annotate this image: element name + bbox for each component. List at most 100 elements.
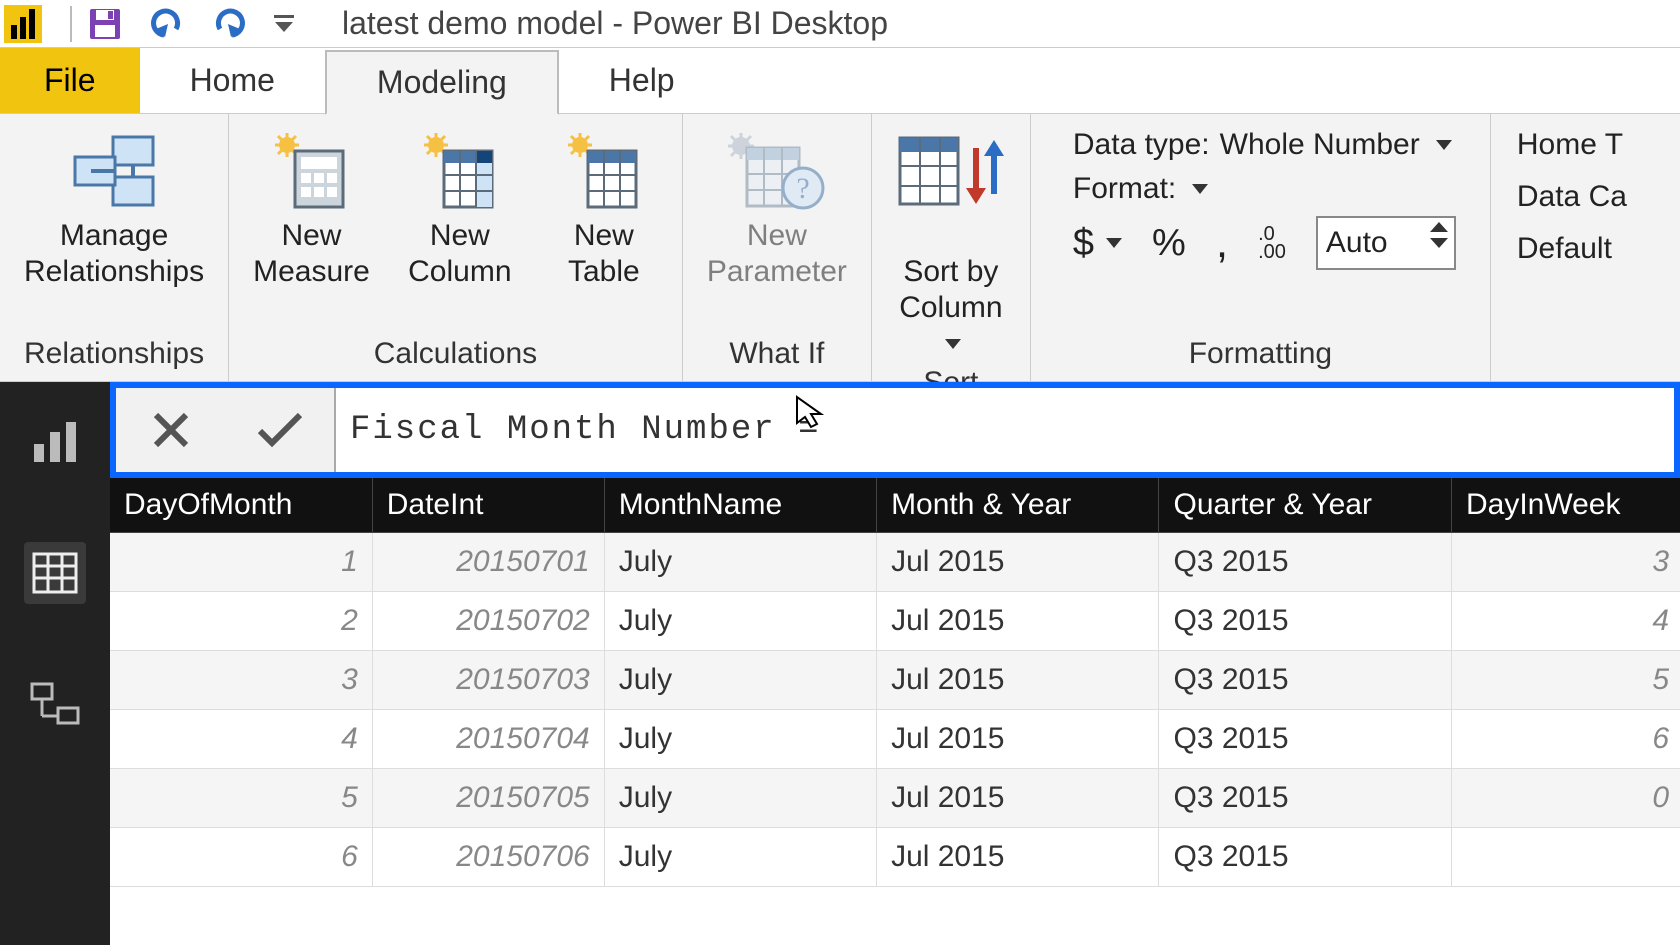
cell-monthyear: Jul 2015 (877, 533, 1159, 592)
relationships-icon (69, 128, 159, 218)
table-row[interactable]: 420150704JulyJul 2015Q3 20156 (110, 710, 1680, 769)
col-dayinweek[interactable]: DayInWeek (1451, 478, 1680, 533)
decimal-places-value: Auto (1326, 226, 1388, 260)
col-quarteryear[interactable]: Quarter & Year (1159, 478, 1452, 533)
col-dateint[interactable]: DateInt (372, 478, 604, 533)
thousands-button[interactable]: , (1216, 218, 1228, 268)
col-monthname[interactable]: MonthName (604, 478, 876, 533)
new-measure-button[interactable]: New Measure (247, 120, 376, 294)
manage-relationships-label: Manage Relationships (24, 218, 204, 290)
table-row[interactable]: 120150701JulyJul 2015Q3 20153 (110, 533, 1680, 592)
group-label-calculations: Calculations (374, 337, 537, 377)
data-table-wrap: DayOfMonth DateInt MonthName Month & Yea… (110, 478, 1680, 945)
default-summarization-dropdown[interactable]: Default (1517, 232, 1627, 266)
home-table-dropdown[interactable]: Home T (1517, 128, 1627, 162)
group-whatif: ? New Parameter What If (683, 114, 872, 381)
datatype-dropdown[interactable]: Data type: Whole Number (1073, 128, 1456, 162)
cell-dayinweek: 5 (1451, 651, 1680, 710)
formula-commit-button[interactable] (250, 400, 310, 460)
group-relationships: Manage Relationships Relationships (0, 114, 229, 381)
table-row[interactable]: 520150705JulyJul 2015Q3 20150 (110, 769, 1680, 828)
formula-input[interactable]: Fiscal Month Number = (336, 388, 1674, 472)
cell-monthname: July (604, 651, 876, 710)
tab-modeling[interactable]: Modeling (325, 50, 559, 115)
cell-dayinweek: 6 (1451, 710, 1680, 769)
model-view-button[interactable] (24, 674, 86, 736)
check-icon (256, 409, 304, 451)
data-table: DayOfMonth DateInt MonthName Month & Yea… (110, 478, 1680, 887)
cell-dateint: 20150703 (372, 651, 604, 710)
cell-dayinweek: 3 (1451, 533, 1680, 592)
chevron-down-icon (1192, 184, 1208, 194)
cell-quarteryear: Q3 2015 (1159, 592, 1452, 651)
cell-quarteryear: Q3 2015 (1159, 651, 1452, 710)
column-icon (420, 128, 500, 218)
new-measure-label: New Measure (253, 218, 370, 290)
table-row[interactable]: 620150706JulyJul 2015Q3 2015 (110, 828, 1680, 887)
group-properties: Home T Data Ca Default (1491, 114, 1643, 381)
table-header-row: DayOfMonth DateInt MonthName Month & Yea… (110, 478, 1680, 533)
cell-dateint: 20150702 (372, 592, 604, 651)
manage-relationships-button[interactable]: Manage Relationships (18, 120, 210, 294)
cell-monthname: July (604, 769, 876, 828)
sort-by-column-text: Sort by Column (899, 255, 1002, 324)
cell-dayinweek: 0 (1451, 769, 1680, 828)
decimal-places-stepper[interactable]: Auto (1316, 216, 1456, 270)
datatype-label: Data type: (1073, 128, 1210, 162)
new-table-button[interactable]: New Table (544, 120, 664, 294)
currency-button[interactable]: $ (1073, 222, 1122, 265)
percent-button[interactable]: % (1152, 222, 1186, 265)
undo-icon[interactable] (150, 7, 184, 41)
titlebar: latest demo model - Power BI Desktop (0, 0, 1680, 48)
cell-dayofmonth: 3 (110, 651, 372, 710)
group-sort: Sort by Column Sort (872, 114, 1031, 381)
new-parameter-button[interactable]: ? New Parameter (701, 120, 853, 294)
new-table-label: New Table (568, 218, 640, 290)
new-column-label: New Column (408, 218, 511, 290)
cell-dateint: 20150704 (372, 710, 604, 769)
table-view-icon (28, 546, 82, 600)
comma-icon: , (1216, 218, 1228, 267)
group-calculations: New Measure New Colum (229, 114, 683, 381)
data-category-dropdown[interactable]: Data Ca (1517, 180, 1627, 214)
format-dropdown[interactable]: Format: (1073, 172, 1456, 206)
table-icon (564, 128, 644, 218)
save-icon[interactable] (88, 7, 122, 41)
tab-file[interactable]: File (0, 48, 140, 113)
cell-monthname: July (604, 828, 876, 887)
qat-dropdown-icon[interactable] (274, 15, 294, 32)
report-view-button[interactable] (24, 410, 86, 472)
cell-monthyear: Jul 2015 (877, 592, 1159, 651)
cell-dateint: 20150706 (372, 828, 604, 887)
sort-by-column-button[interactable]: Sort by Column (890, 120, 1012, 366)
tab-home[interactable]: Home (140, 48, 325, 113)
col-dayofmonth[interactable]: DayOfMonth (110, 478, 372, 533)
view-rail (0, 382, 110, 945)
percent-icon: % (1152, 222, 1186, 264)
table-row[interactable]: 320150703JulyJul 2015Q3 20155 (110, 651, 1680, 710)
default-label: Default (1517, 232, 1612, 266)
col-monthyear[interactable]: Month & Year (877, 478, 1159, 533)
table-row[interactable]: 220150702JulyJul 2015Q3 20154 (110, 592, 1680, 651)
cell-quarteryear: Q3 2015 (1159, 710, 1452, 769)
redo-icon[interactable] (212, 7, 246, 41)
data-view-button[interactable] (24, 542, 86, 604)
tab-help[interactable]: Help (559, 48, 725, 113)
window-title: latest demo model - Power BI Desktop (342, 5, 888, 42)
cell-monthyear: Jul 2015 (877, 710, 1159, 769)
cell-quarteryear: Q3 2015 (1159, 769, 1452, 828)
cell-dayofmonth: 5 (110, 769, 372, 828)
datatype-value: Whole Number (1220, 128, 1420, 162)
cell-dayofmonth: 2 (110, 592, 372, 651)
formula-cancel-button[interactable] (141, 400, 201, 460)
chevron-down-icon (945, 339, 961, 349)
cell-monthyear: Jul 2015 (877, 651, 1159, 710)
cell-monthname: July (604, 592, 876, 651)
cell-monthname: July (604, 533, 876, 592)
measure-icon (271, 128, 351, 218)
group-formatting: Data type: Whole Number Format: $ % , (1031, 114, 1491, 381)
new-column-button[interactable]: New Column (400, 120, 520, 294)
group-label-relationships: Relationships (24, 337, 204, 377)
quick-access-toolbar (88, 7, 294, 41)
svg-text:?: ? (796, 172, 809, 205)
